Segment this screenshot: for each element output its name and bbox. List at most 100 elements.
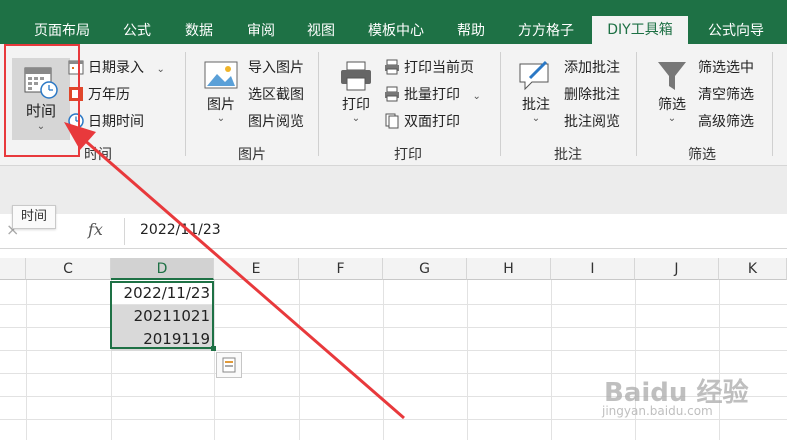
comment-browse-label: 批注阅览 <box>564 114 620 130</box>
column-header-d[interactable]: D <box>111 258 214 280</box>
picture-button[interactable]: 图片 ⌄ <box>198 58 244 140</box>
duplex-print-label: 双面打印 <box>404 114 460 130</box>
filter-button-label: 筛选 <box>658 97 686 113</box>
ribbon-panel: 时间 ⌄ 日期录入 ⌄ 万年历 日期时间 时间 图片 ⌄ 导入图片 选区截图 图… <box>0 44 787 166</box>
cell-d2[interactable]: 20211021 <box>111 305 214 328</box>
calendar-icon <box>68 60 84 75</box>
comment-button-label: 批注 <box>522 97 550 113</box>
tab-formulas[interactable]: 公式 <box>112 20 162 44</box>
group-divider <box>318 52 319 156</box>
tab-formula-wizard[interactable]: 公式向导 <box>696 20 776 44</box>
print-group-label: 打印 <box>394 147 422 163</box>
group-divider <box>636 52 637 156</box>
batch-print-icon <box>385 86 399 102</box>
filter-group-label: 筛选 <box>688 147 716 163</box>
chevron-down-icon: ⌄ <box>156 64 165 75</box>
cell-d1[interactable]: 2022/11/23 <box>111 282 214 305</box>
printer-icon <box>341 61 371 91</box>
chevron-down-icon: ⌄ <box>36 121 46 132</box>
formula-divider <box>124 218 125 245</box>
tab-view[interactable]: 视图 <box>296 20 346 44</box>
date-entry-label: 日期录入 <box>88 60 144 76</box>
print-button-label: 打印 <box>342 97 370 113</box>
batch-print-label: 批量打印 <box>404 87 460 103</box>
comment-button[interactable]: 批注 ⌄ <box>514 58 558 140</box>
perpetual-calendar-label: 万年历 <box>88 87 130 103</box>
time-tooltip: 时间 <box>12 205 56 229</box>
duplex-print-button[interactable]: 双面打印 <box>384 111 460 133</box>
ribbon-collapsed-area <box>0 166 787 214</box>
batch-print-button[interactable]: 批量打印 ⌄ <box>384 84 481 106</box>
import-picture-label: 导入图片 <box>248 60 304 76</box>
picture-button-label: 图片 <box>207 97 235 113</box>
fill-handle[interactable] <box>211 346 216 351</box>
funnel-icon <box>658 62 686 90</box>
print-current-page-label: 打印当前页 <box>404 60 474 76</box>
column-header-e[interactable]: E <box>214 258 299 280</box>
column-header-partial[interactable] <box>0 258 26 280</box>
tab-data[interactable]: 数据 <box>172 20 226 44</box>
chevron-down-icon: ⌄ <box>472 91 481 102</box>
tab-review[interactable]: 审阅 <box>234 20 288 44</box>
time-button-label: 时间 <box>25 102 56 120</box>
add-comment-label: 添加批注 <box>564 60 620 76</box>
add-comment-button[interactable]: 添加批注 <box>564 57 620 79</box>
comment-browse-button[interactable]: 批注阅览 <box>564 111 620 133</box>
filter-selected-label: 筛选选中 <box>698 60 754 76</box>
filter-button[interactable]: 筛选 ⌄ <box>650 58 694 140</box>
formula-bar: × fx 2022/11/23 <box>0 214 787 249</box>
chevron-down-icon: ⌄ <box>667 113 677 124</box>
date-time-label: 日期时间 <box>88 114 144 130</box>
watermark-url: jingyan.baidu.com <box>602 404 713 418</box>
picture-browse-button[interactable]: 图片阅览 <box>248 111 304 133</box>
range-screenshot-label: 选区截图 <box>248 87 304 103</box>
perpetual-calendar-icon <box>69 87 83 101</box>
tab-diy-toolbox[interactable]: DIY工具箱 <box>592 16 688 44</box>
filter-selected-button[interactable]: 筛选选中 <box>698 57 754 79</box>
cell-d3[interactable]: 2019119 <box>111 328 214 351</box>
tab-page-layout[interactable]: 页面布局 <box>22 20 102 44</box>
date-time-button[interactable]: 日期时间 <box>68 111 144 133</box>
column-header-j[interactable]: J <box>635 258 719 280</box>
comment-group-label: 批注 <box>554 147 582 163</box>
range-screenshot-button[interactable]: 选区截图 <box>248 84 304 106</box>
tab-template-center[interactable]: 模板中心 <box>356 20 436 44</box>
advanced-filter-button[interactable]: 高级筛选 <box>698 111 754 133</box>
quick-analysis-button[interactable] <box>216 352 242 378</box>
chevron-down-icon: ⌄ <box>531 113 541 124</box>
quick-analysis-icon <box>222 357 236 373</box>
column-header-g[interactable]: G <box>383 258 467 280</box>
print-page-icon <box>385 59 399 75</box>
advanced-filter-label: 高级筛选 <box>698 114 754 130</box>
group-divider <box>772 52 773 156</box>
chevron-down-icon: ⌄ <box>351 113 361 124</box>
gridline <box>0 419 787 420</box>
time-button[interactable]: 时间 ⌄ <box>12 58 70 140</box>
clear-filter-label: 清空筛选 <box>698 87 754 103</box>
clear-filter-button[interactable]: 清空筛选 <box>698 84 754 106</box>
delete-comment-label: 删除批注 <box>564 87 620 103</box>
chevron-down-icon: ⌄ <box>216 113 226 124</box>
tab-fangfang[interactable]: 方方格子 <box>506 20 586 44</box>
comment-icon <box>519 60 549 91</box>
perpetual-calendar-button[interactable]: 万年历 <box>68 84 130 106</box>
group-divider <box>500 52 501 156</box>
import-picture-button[interactable]: 导入图片 <box>248 57 304 79</box>
column-header-h[interactable]: H <box>467 258 551 280</box>
group-divider <box>185 52 186 156</box>
column-header-f[interactable]: F <box>299 258 383 280</box>
print-button[interactable]: 打印 ⌄ <box>334 58 378 140</box>
ribbon-tab-bar: 页面布局 公式 数据 审阅 视图 模板中心 帮助 方方格子 DIY工具箱 公式向… <box>0 0 787 44</box>
picture-icon <box>204 61 238 89</box>
delete-comment-button[interactable]: 删除批注 <box>564 84 620 106</box>
formula-input[interactable]: 2022/11/23 <box>140 222 221 238</box>
column-header-c[interactable]: C <box>26 258 111 280</box>
column-header-i[interactable]: I <box>551 258 635 280</box>
clock-icon <box>68 113 84 129</box>
function-icon[interactable]: fx <box>88 220 103 239</box>
print-current-page-button[interactable]: 打印当前页 <box>384 57 474 79</box>
date-entry-button[interactable]: 日期录入 ⌄ <box>68 57 165 79</box>
column-header-k[interactable]: K <box>719 258 787 280</box>
tab-help[interactable]: 帮助 <box>446 20 496 44</box>
calendar-clock-icon <box>24 67 58 99</box>
